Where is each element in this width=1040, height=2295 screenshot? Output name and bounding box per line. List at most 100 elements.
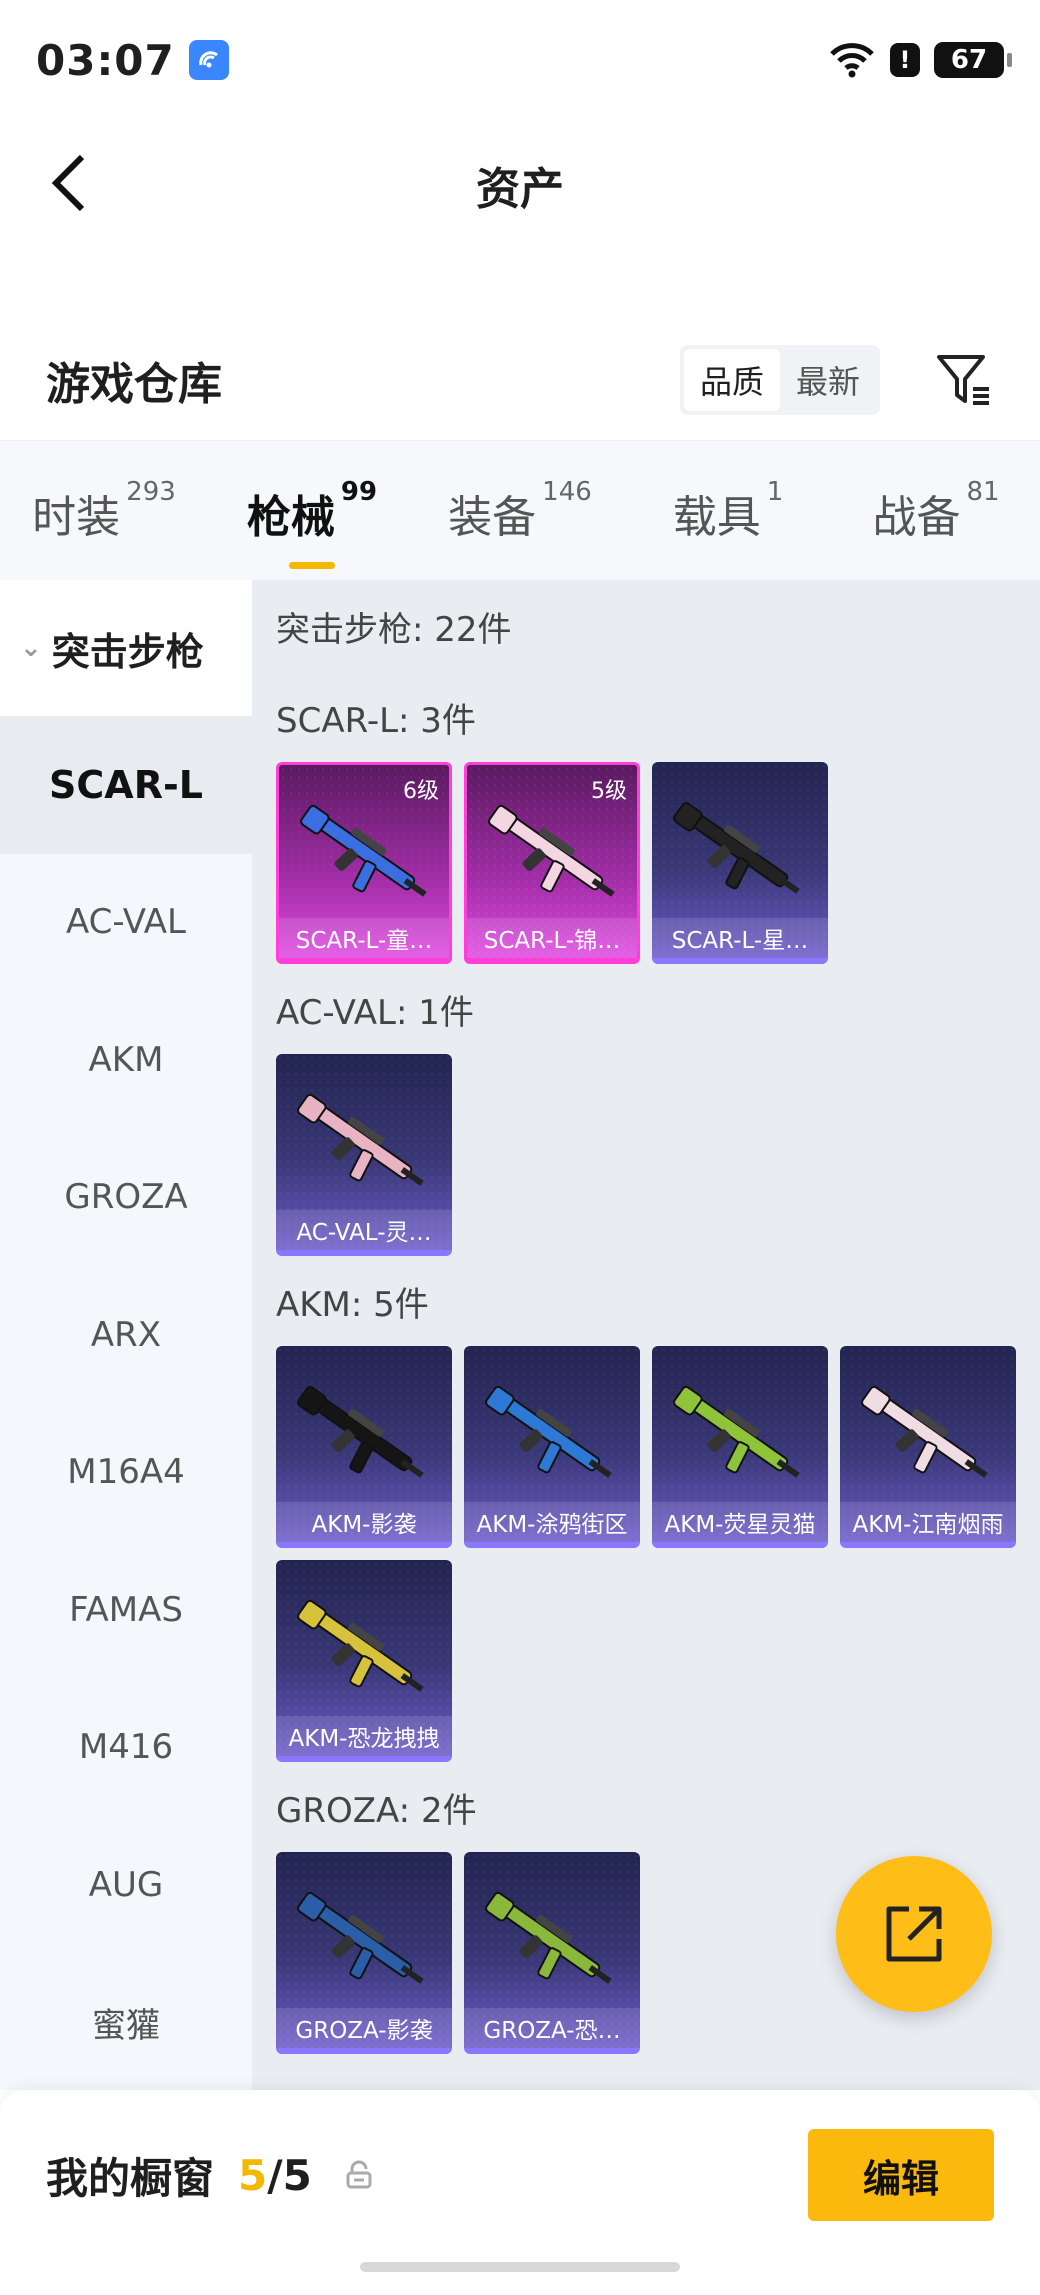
weapon-skin-image: [485, 1385, 612, 1478]
weapon-skin-image: [297, 1599, 424, 1692]
tab-fashion[interactable]: 时装 293: [0, 477, 208, 545]
sidebar-item-famas[interactable]: FAMAS: [0, 1541, 252, 1679]
showcase-count: 5/5: [238, 2151, 312, 2200]
skin-name: SCAR-L-锦…: [467, 918, 637, 958]
showcase-bar: 我的橱窗 5/5 编辑: [0, 2090, 1040, 2295]
sidebar-item-arx[interactable]: ARX: [0, 1266, 252, 1404]
tab-count: 81: [966, 476, 1000, 507]
sidebar-item-scar-l[interactable]: SCAR-L: [0, 716, 252, 854]
tab-equipment[interactable]: 装备 146: [416, 477, 624, 545]
weapon-skin-image: [300, 804, 427, 897]
chevron-down-icon: ⌄: [20, 633, 42, 663]
battery-level: 67: [950, 45, 988, 75]
weapon-skin-image: [297, 1093, 424, 1186]
weapon-skin-image: [488, 804, 615, 897]
skin-grid: 6级 SCAR-L-童… 5级 SCAR-L-锦… SCAR-L-星…: [276, 762, 1040, 964]
skin-card[interactable]: AKM-江南烟雨: [840, 1346, 1016, 1548]
section-label: AKM: 5件: [276, 1284, 429, 1325]
weapon-sections: SCAR-L: 3件 6级 SCAR-L-童… 5级 SCAR-L-锦… SCAR-L-星…: [276, 672, 1040, 2054]
skin-card[interactable]: GROZA-影袭: [276, 1852, 452, 2054]
battery-icon: 67: [934, 42, 1012, 78]
skin-card[interactable]: GROZA-恐…: [464, 1852, 640, 2054]
skin-card[interactable]: AKM-恐龙拽拽: [276, 1560, 452, 1762]
weapon-skin-image: [673, 1385, 800, 1478]
warehouse-title: 游戏仓库: [46, 359, 222, 410]
skin-card[interactable]: AKM-影袭: [276, 1346, 452, 1548]
skin-name: AKM-荧星灵猫: [652, 1502, 828, 1542]
tab-label: 载具: [672, 491, 761, 543]
page-title: 资产: [476, 164, 564, 215]
weapon-sidebar: ⌄ 突击步枪 SCAR-L AC-VAL AKM GROZA ARX M16A4…: [0, 580, 252, 2090]
tab-label: 枪械: [246, 491, 335, 543]
alert-icon: !: [890, 43, 920, 77]
sort-newest-option[interactable]: 最新: [780, 349, 876, 411]
level-badge: 5级: [591, 779, 627, 804]
weapon-skin-image: [861, 1385, 988, 1478]
skin-card[interactable]: AKM-荧星灵猫: [652, 1346, 828, 1548]
skin-name: GROZA-影袭: [276, 2008, 452, 2048]
skin-card[interactable]: SCAR-L-星…: [652, 762, 828, 964]
sidebar-item-m416[interactable]: M416: [0, 1679, 252, 1817]
home-indicator: [360, 2262, 680, 2272]
showcase-total: 5: [282, 2150, 312, 2200]
skin-name: AKM-江南烟雨: [840, 1502, 1016, 1542]
skin-grid: AKM-影袭 AKM-涂鸦街区 AKM-荧星灵猫 AKM-江南烟雨 AKM-恐龙拽拽: [276, 1346, 1040, 1762]
status-time: 03:07: [36, 35, 175, 85]
category-summary: 突击步枪: 22件: [276, 609, 512, 650]
wifi-icon: [830, 43, 874, 78]
skin-card[interactable]: 6级 SCAR-L-童…: [276, 762, 452, 964]
active-tab-indicator: [289, 561, 335, 569]
sidebar-item-akm[interactable]: AKM: [0, 991, 252, 1129]
edit-button[interactable]: 编辑: [808, 2129, 994, 2221]
showcase-row: 我的橱窗 5/5 编辑: [46, 2120, 994, 2230]
tab-supplies[interactable]: 战备 81: [832, 477, 1040, 545]
weapon-skin-image: [485, 1891, 612, 1984]
section-label: SCAR-L: 3件: [276, 700, 476, 741]
sort-quality-option[interactable]: 品质: [683, 349, 780, 411]
sidebar-item-aug[interactable]: AUG: [0, 1816, 252, 1954]
skin-name: GROZA-恐…: [464, 2008, 640, 2048]
tab-firearms[interactable]: 枪械 99: [208, 476, 416, 569]
skin-card[interactable]: AC-VAL-灵…: [276, 1054, 452, 1256]
level-badge: 6级: [403, 779, 439, 804]
showcase-current: 5: [238, 2150, 268, 2200]
skin-name: SCAR-L-童…: [279, 918, 449, 958]
share-icon: [886, 1906, 942, 1962]
showcase-title: 我的橱窗: [46, 2153, 215, 2203]
tab-count: 293: [126, 476, 176, 507]
tab-count: 146: [542, 476, 592, 507]
sidebar-group-assault-rifles[interactable]: ⌄ 突击步枪: [0, 580, 252, 716]
header: 资产: [0, 120, 1040, 250]
status-icons: ! 67: [828, 42, 1012, 78]
tab-count: 99: [340, 476, 378, 507]
back-button[interactable]: [38, 148, 98, 218]
status-bar: 03:07 ! 67: [0, 0, 1040, 120]
skin-card[interactable]: 5级 SCAR-L-锦…: [464, 762, 640, 964]
sidebar-item-m16a4[interactable]: M16A4: [0, 1404, 252, 1542]
section-label: GROZA: 2件: [276, 1790, 477, 1831]
skin-name: AKM-影袭: [276, 1502, 452, 1542]
sidebar-item-ac-val[interactable]: AC-VAL: [0, 854, 252, 992]
category-tabs: 时装 293 枪械 99 装备 146 载具 1 战备 81: [0, 440, 1040, 580]
sidebar-group-label: 突击步枪: [51, 629, 204, 674]
sidebar-item-groza[interactable]: GROZA: [0, 1129, 252, 1267]
skin-name: SCAR-L-星…: [652, 918, 828, 958]
tab-label: 时装: [32, 491, 121, 543]
showcase-separator: /: [267, 2150, 283, 2200]
sort-toggle: 品质 最新: [679, 345, 880, 415]
skin-name: AC-VAL-灵…: [276, 1210, 452, 1250]
filter-icon: [937, 355, 989, 405]
section-label: AC-VAL: 1件: [276, 992, 474, 1033]
app-notification-icon: [188, 40, 229, 80]
skin-card[interactable]: AKM-涂鸦街区: [464, 1346, 640, 1548]
warehouse-row: 游戏仓库 品质 最新: [0, 320, 1040, 440]
lock-icon: [346, 2160, 372, 2189]
sidebar-item-honey-badger[interactable]: 蜜獾: [0, 1954, 252, 2091]
skin-name: AKM-涂鸦街区: [464, 1502, 640, 1542]
back-arrow-icon: [51, 154, 85, 212]
filter-button[interactable]: [934, 350, 994, 410]
tab-vehicles[interactable]: 载具 1: [624, 477, 832, 545]
share-fab-button[interactable]: [836, 1856, 992, 2012]
skin-grid: AC-VAL-灵…: [276, 1054, 1040, 1256]
weapon-skin-image: [673, 801, 800, 894]
